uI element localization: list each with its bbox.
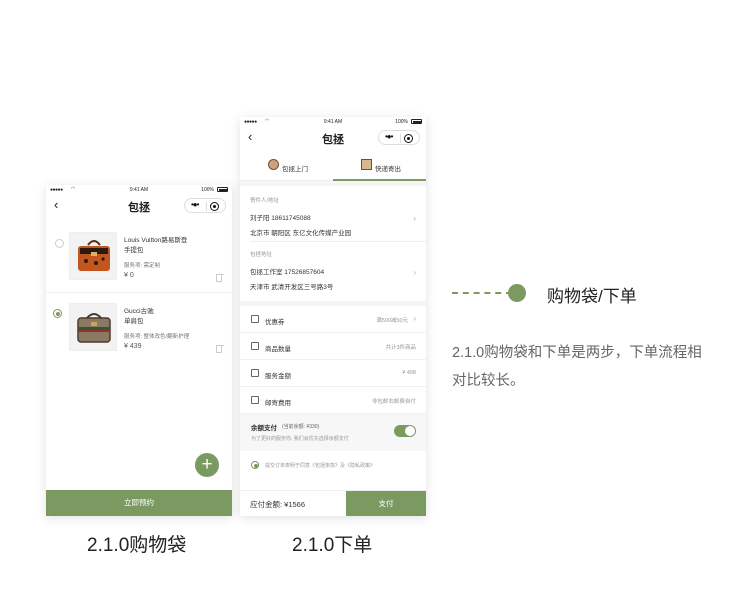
chevron-right-icon: › <box>413 268 416 277</box>
capsule-divider <box>400 134 401 143</box>
close-target-icon[interactable] <box>404 134 413 143</box>
product-thumbnail <box>69 232 117 280</box>
battery-level: 100% <box>395 119 408 125</box>
row-value: 满500减50元 <box>376 318 408 324</box>
cart-screen: ●●●●● ◠ 9:41 AM 100% ‹ 包拯 •●• Louis Vuit… <box>46 185 232 516</box>
order-screen: ●●●●● ◠ 9:41 AM 100% ‹ 包拯 •●• 包拯上门 快递寄出 … <box>240 117 426 516</box>
sender-address-line: 北京市 朝阳区 东亿文化传媒产业园 <box>250 230 352 237</box>
service-amount-row: 服务金额 ¥ 498 <box>240 360 426 387</box>
item-price: ¥ 439 <box>124 343 142 350</box>
sender-label: 寄件人/地址 <box>250 198 280 204</box>
row-label: 邮寄费用 <box>265 400 291 407</box>
bag-icon <box>251 342 259 350</box>
coupon-icon <box>251 315 259 323</box>
pay-button[interactable]: 支付 <box>346 491 426 516</box>
annotation-description: 2.1.0购物袋和下单是两步，下单流程相对比较长。 <box>452 345 702 389</box>
divider <box>46 292 232 293</box>
tab-label: 包拯上门 <box>282 166 308 173</box>
delete-icon[interactable] <box>215 273 224 282</box>
sender-name-phone: 刘子阳 18611745088 <box>250 215 311 222</box>
balance-note: (当前余额: ¥330) <box>282 424 320 430</box>
agreement: 提交订单表明于同意《包拯条款》及《隐私政策》 <box>240 456 426 476</box>
annotation-label: 购物袋/下单 <box>547 287 637 306</box>
row-value: 共计3件商品 <box>385 345 416 351</box>
chevron-right-icon: › <box>413 314 416 323</box>
item-brand: Louis Vuitton路易斯登 <box>124 237 188 244</box>
battery-icon <box>411 119 422 124</box>
select-radio[interactable] <box>55 239 64 248</box>
capsule-divider <box>206 202 207 211</box>
delivery-tabs: 包拯上门 快递寄出 <box>240 152 426 181</box>
agreement-text[interactable]: 提交订单表明于同意《包拯条款》及《隐私政策》 <box>265 462 375 469</box>
close-target-icon[interactable] <box>210 202 219 211</box>
nav-bar: ‹ 包拯 •●• <box>46 195 232 217</box>
package-icon <box>361 159 372 170</box>
status-bar: ●●●●● ◠ 9:41 AM 100% <box>240 117 426 126</box>
order-caption: 2.1.0下单 <box>292 535 373 556</box>
row-label: 商品数量 <box>265 346 291 353</box>
add-item-button[interactable]: + <box>195 453 219 477</box>
divider <box>250 241 426 242</box>
balance-title: 余额支付 <box>251 425 277 432</box>
nav-bar: ‹ 包拯 •●• <box>240 127 426 149</box>
book-now-button[interactable]: 立即预约 <box>46 490 232 516</box>
agree-radio[interactable] <box>251 461 259 469</box>
tab-pickup[interactable]: 包拯上门 <box>240 152 333 181</box>
courier-icon <box>268 159 279 170</box>
tab-label: 快递寄出 <box>375 166 401 173</box>
total-amount: 应付金额: ¥1566 <box>250 500 306 509</box>
shipping-fee-row: 邮寄费用 非包邮右邮费自付 <box>240 387 426 414</box>
quantity-row: 商品数量 共计3件商品 <box>240 333 426 360</box>
row-value: ¥ 498 <box>402 370 416 376</box>
balance-toggle[interactable] <box>394 425 416 437</box>
delete-icon[interactable] <box>215 344 224 353</box>
mini-program-capsule: •●• <box>184 198 226 213</box>
receipt-icon <box>251 369 259 377</box>
item-name: 单肩包 <box>124 318 144 325</box>
order-bottom-bar: 应付金额: ¥1566 支付 <box>240 490 426 516</box>
item-name: 手提包 <box>124 247 144 254</box>
truck-icon <box>251 396 259 404</box>
item-brand: Gucci古驰 <box>124 308 154 315</box>
tab-express[interactable]: 快递寄出 <box>333 152 426 181</box>
more-icon[interactable]: •●• <box>191 200 200 209</box>
shop-label: 包拯地址 <box>250 252 273 258</box>
product-thumbnail <box>69 303 117 351</box>
mini-program-capsule: •●• <box>378 130 420 145</box>
cart-caption: 2.1.0购物袋 <box>87 535 187 556</box>
legend-dashed-line <box>452 292 512 294</box>
row-label: 优惠券 <box>265 319 285 326</box>
legend-dot <box>508 284 526 302</box>
item-service: 服务项: 整体改色/翻新护理 <box>124 334 190 340</box>
balance-description: 为了更好的服务你, 我们会优先选择余额支付 <box>251 436 349 442</box>
row-value: 非包邮右邮费自付 <box>371 399 416 405</box>
cart-item[interactable]: Gucci古驰 单肩包 服务项: 整体改色/翻新护理 ¥ 439 <box>46 303 232 367</box>
item-service: 服务项: 需定制 <box>124 263 161 269</box>
select-radio[interactable] <box>53 309 62 318</box>
battery-icon <box>217 187 228 192</box>
battery-level: 100% <box>201 187 214 193</box>
chevron-right-icon: › <box>413 214 416 223</box>
balance-payment: 余额支付 (当前余额: ¥330) 为了更好的服务你, 我们会优先选择余额支付 <box>240 414 426 451</box>
shop-name-phone: 包拯工作室 17526857604 <box>250 269 325 276</box>
row-label: 服务金额 <box>265 373 291 380</box>
more-icon[interactable]: •●• <box>385 132 394 141</box>
status-bar: ●●●●● ◠ 9:41 AM 100% <box>46 185 232 194</box>
shop-address-line: 天津市 武清开发区三号路3号 <box>250 284 334 291</box>
coupon-row[interactable]: 优惠券 满500减50元 › <box>240 306 426 333</box>
item-price: ¥ 0 <box>124 272 134 279</box>
cart-item[interactable]: Louis Vuitton路易斯登 手提包 服务项: 需定制 ¥ 0 <box>46 232 232 296</box>
section-gap <box>240 181 426 186</box>
plus-icon: + <box>201 454 213 475</box>
